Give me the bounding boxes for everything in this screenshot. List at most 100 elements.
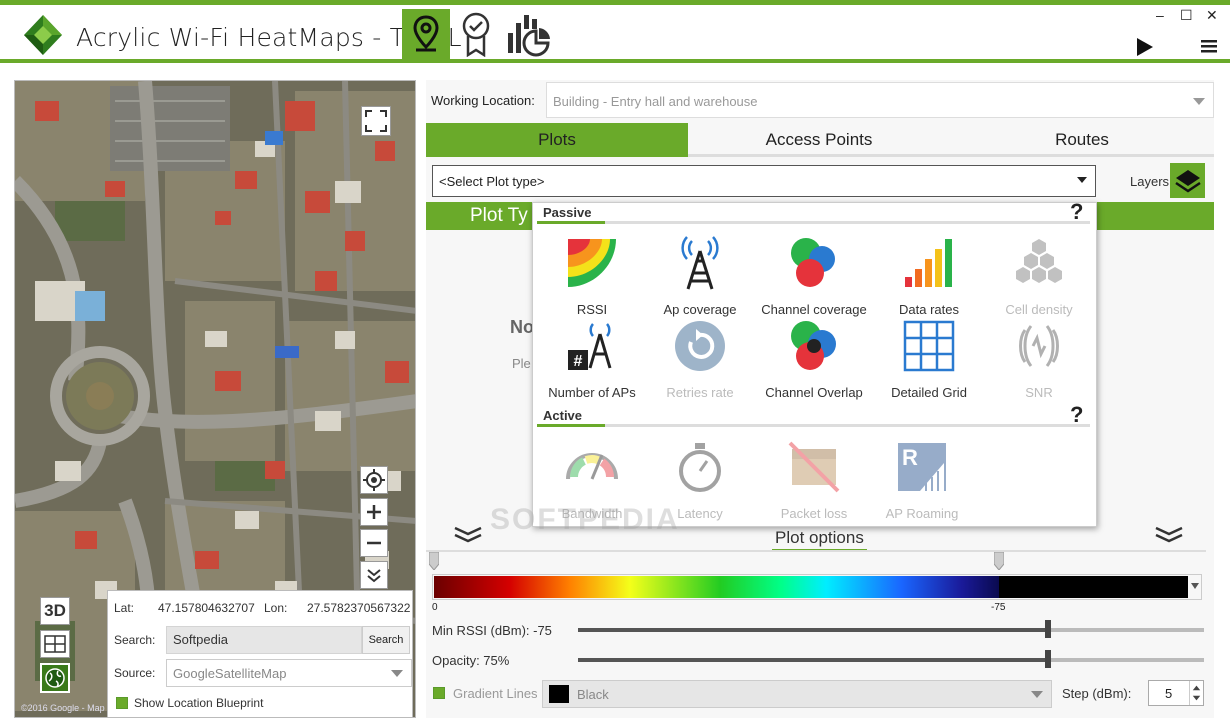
- passive-underline: [537, 221, 1090, 224]
- globe-icon: [45, 668, 65, 688]
- min-rssi-thumb[interactable]: [1045, 620, 1051, 638]
- app-logo-icon: [24, 15, 62, 55]
- plot-type-label: Channel Overlap: [765, 385, 863, 400]
- lon-label: Lon:: [264, 601, 288, 615]
- line-color-value: Black: [577, 687, 609, 702]
- map-split-button[interactable]: [40, 630, 70, 658]
- layers-button[interactable]: [1170, 163, 1205, 198]
- opacity-slider[interactable]: [578, 650, 1204, 668]
- source-label: Source:: [114, 666, 156, 680]
- plot-type-ap-coverage[interactable]: Ap coverage: [641, 235, 759, 317]
- active-help-icon[interactable]: ?: [1070, 402, 1083, 428]
- source-select[interactable]: GoogleSatelliteMap: [166, 659, 412, 687]
- step-input[interactable]: 5: [1148, 680, 1204, 706]
- step-label: Step (dBm):: [1062, 686, 1132, 701]
- plot-type-label: AP Roaming: [885, 506, 959, 521]
- play-icon[interactable]: [1136, 37, 1154, 57]
- collapse-right-icon[interactable]: [1154, 526, 1184, 544]
- color-gradient-select[interactable]: [432, 574, 1202, 600]
- map-source-button[interactable]: [40, 663, 70, 693]
- svg-text:R: R: [902, 445, 918, 470]
- opacity-thumb[interactable]: [1045, 650, 1051, 668]
- plus-icon: [367, 505, 381, 519]
- chevron-down-icon: [1191, 583, 1199, 589]
- rssi-icon: [568, 239, 616, 287]
- plot-type-snr[interactable]: SNR: [980, 318, 1098, 400]
- passive-help-icon[interactable]: ?: [1070, 199, 1083, 225]
- tab-plots[interactable]: Plots: [426, 123, 688, 157]
- zoom-in-button[interactable]: [360, 498, 388, 526]
- speedometer-icon: [566, 453, 618, 480]
- search-button[interactable]: Search: [362, 626, 410, 654]
- hamburger-menu-icon[interactable]: [1201, 39, 1217, 53]
- plot-type-channel-overlap[interactable]: Channel Overlap: [755, 318, 873, 400]
- gradient-tick-min: -75: [991, 602, 1006, 613]
- working-location-value: Building - Entry hall and warehouse: [553, 94, 758, 109]
- maximize-button[interactable]: ☐: [1180, 7, 1193, 24]
- fullscreen-icon: [365, 110, 387, 132]
- color-swatch: [549, 685, 569, 703]
- minimize-button[interactable]: –: [1156, 7, 1164, 23]
- gradient-handle-right[interactable]: [994, 552, 1004, 570]
- plot-type-detailed-grid[interactable]: Detailed Grid: [870, 318, 988, 400]
- step-value: 5: [1165, 686, 1173, 701]
- statistics-chart-icon: [508, 15, 550, 57]
- tab-routes[interactable]: Routes: [950, 123, 1214, 157]
- spinner-arrows-icon[interactable]: [1189, 681, 1203, 705]
- map-more-button[interactable]: [360, 561, 388, 589]
- no-plot-title: No: [510, 317, 534, 337]
- working-location-select[interactable]: Building - Entry hall and warehouse: [546, 82, 1214, 118]
- plot-type-label: Retries rate: [666, 385, 734, 400]
- ap-count-icon: #: [568, 323, 612, 370]
- collapse-left-icon[interactable]: [453, 526, 483, 544]
- ap-roaming-icon: R: [898, 443, 946, 491]
- plot-header-text: Plot Ty: [470, 205, 528, 226]
- show-blueprint-checkbox[interactable]: [116, 697, 128, 709]
- plot-type-label: Detailed Grid: [891, 385, 967, 400]
- min-rssi-slider[interactable]: [578, 620, 1204, 638]
- plot-type-label: Packet loss: [780, 506, 848, 521]
- grid-icon: [903, 320, 955, 372]
- plot-type-packet-loss[interactable]: Packet loss: [755, 439, 873, 521]
- plot-type-retries-rate[interactable]: Retries rate: [641, 318, 759, 400]
- plot-type-number-of-aps[interactable]: # Number of APs: [533, 318, 651, 400]
- map-3d-button[interactable]: 3D: [40, 597, 70, 625]
- plot-type-ap-roaming[interactable]: R AP Roaming: [863, 439, 981, 521]
- minus-icon: [367, 541, 381, 545]
- plot-type-placeholder: <Select Plot type>: [439, 174, 545, 189]
- tab-map[interactable]: [402, 9, 450, 59]
- watermark: SOFTPEDIA: [490, 503, 680, 536]
- main-tabs: Plots Access Points Routes: [426, 123, 1214, 157]
- fullscreen-button[interactable]: [361, 106, 391, 136]
- lat-value: 47.157804632707: [158, 601, 255, 615]
- plot-type-rssi[interactable]: RSSI: [533, 235, 651, 317]
- min-rssi-fill: [578, 628, 1048, 632]
- layers-icon: [1174, 169, 1201, 193]
- gradient-handle-left[interactable]: [429, 552, 439, 570]
- plot-type-cell-density[interactable]: Cell density: [980, 235, 1098, 317]
- chevron-down-icon: [1193, 98, 1205, 105]
- split-view-icon: [44, 635, 66, 653]
- gradient-lines-checkbox[interactable]: [433, 687, 445, 699]
- plot-type-channel-coverage[interactable]: Channel coverage: [755, 235, 873, 317]
- plot-type-data-rates[interactable]: Data rates: [870, 235, 988, 317]
- plot-type-label: Data rates: [899, 302, 959, 317]
- channel-overlap-icon: [791, 321, 836, 370]
- opacity-label: Opacity: 75%: [432, 653, 510, 668]
- locate-button[interactable]: [360, 466, 388, 494]
- close-button[interactable]: ✕: [1206, 7, 1218, 24]
- zoom-out-button[interactable]: [360, 529, 388, 557]
- signal-bars-icon: [905, 239, 952, 287]
- plot-type-select[interactable]: <Select Plot type>: [432, 165, 1096, 197]
- lon-value: 27.5782370567322: [307, 601, 411, 615]
- tab-access-points[interactable]: Access Points: [688, 123, 950, 157]
- search-input[interactable]: Softpedia: [166, 626, 362, 654]
- tab-report[interactable]: [452, 9, 500, 59]
- gradient-tick-0: 0: [432, 602, 438, 613]
- award-ribbon-icon: [462, 12, 490, 57]
- gradient-lines-label: Gradient Lines: [453, 686, 538, 701]
- tab-statistics[interactable]: [504, 9, 552, 59]
- chevron-down-icon: [391, 670, 403, 677]
- channel-coverage-icon: [791, 238, 835, 287]
- line-color-select[interactable]: Black: [542, 680, 1052, 708]
